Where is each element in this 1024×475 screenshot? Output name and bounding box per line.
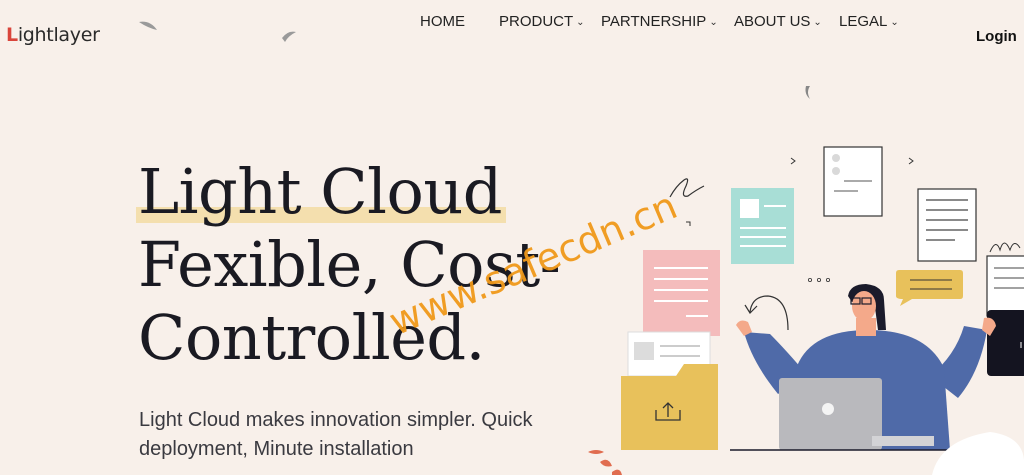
decor-leaf-icon: [139, 21, 157, 30]
decor-leaf-icon: [282, 31, 296, 42]
decor-leaf-icon: [805, 86, 810, 99]
mint-card-icon: [731, 188, 794, 264]
decor-squiggle-icon: [989, 242, 1021, 253]
document-icon: [823, 146, 883, 217]
hero-title-line-1: Light Cloud: [138, 155, 502, 228]
chevron-right-icon: [908, 157, 914, 165]
decor-corner-icon: [686, 221, 691, 226]
decor-petal-icon: [588, 450, 604, 454]
chat-bubble-icon: [896, 270, 963, 306]
hero-illustration: [139, 21, 1024, 475]
curved-arrow-icon: [749, 295, 789, 331]
person-with-laptop-icon: [736, 284, 996, 450]
dots-icon: [808, 277, 831, 282]
folder-upload-icon: [621, 364, 718, 450]
decor-squiggle-icon: [669, 178, 705, 198]
chevron-right-icon: [790, 157, 796, 165]
pink-card-icon: [643, 250, 720, 336]
decor-petal-icon: [600, 459, 612, 467]
document-icon: [986, 255, 1024, 317]
document-icon: [917, 188, 977, 262]
decor-petal-icon: [612, 469, 622, 475]
